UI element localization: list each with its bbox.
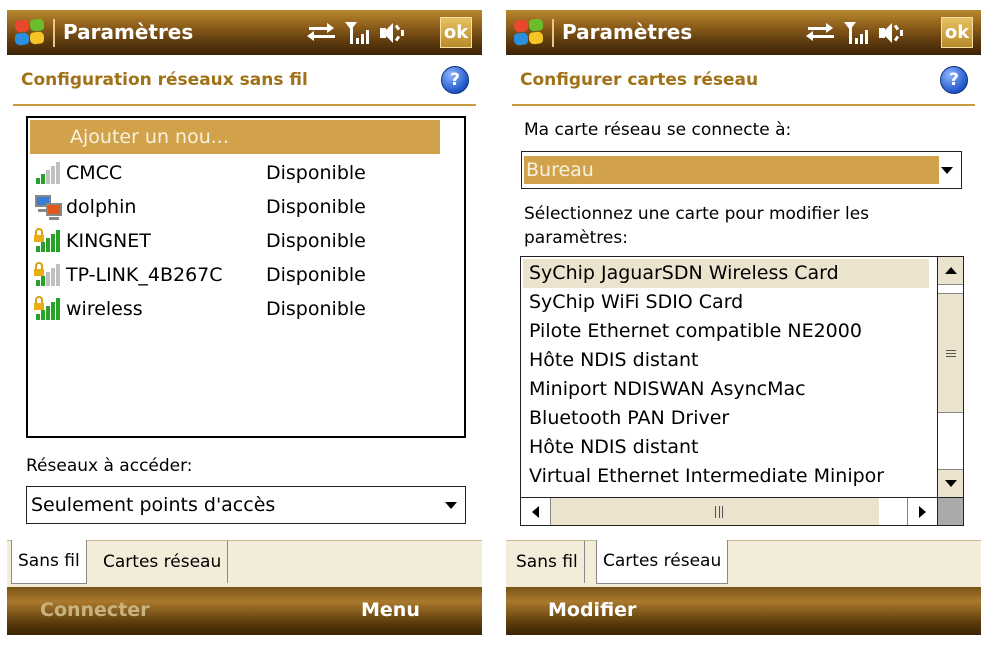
access-label: Réseaux à accéder: bbox=[26, 456, 193, 476]
ok-button[interactable]: ok bbox=[941, 17, 973, 48]
title-divider bbox=[53, 19, 55, 47]
list-item[interactable]: Pilote Ethernet compatible NE2000 bbox=[523, 317, 929, 346]
tab-cartes-reseau[interactable]: Cartes réseau bbox=[596, 540, 729, 584]
title-divider bbox=[552, 19, 554, 47]
network-status: Disponible bbox=[266, 196, 366, 218]
wifi-signal-icon bbox=[32, 295, 66, 323]
list-item[interactable]: Miniport NDISWAN AsyncMac bbox=[523, 375, 929, 404]
horizontal-scrollbar[interactable] bbox=[521, 497, 937, 525]
dropdown-arrow-icon[interactable] bbox=[933, 152, 961, 188]
network-row[interactable]: KINGNET Disponible bbox=[32, 224, 462, 258]
dropdown-arrow-icon[interactable] bbox=[437, 487, 465, 523]
list-item[interactable]: Virtual Ethernet Intermediate Minipor bbox=[523, 462, 929, 491]
menu-softkey[interactable]: Menu bbox=[361, 599, 420, 621]
scroll-right-icon[interactable] bbox=[907, 498, 937, 525]
help-icon[interactable]: ? bbox=[940, 66, 968, 94]
network-cards-screen: Paramètres ok Configurer cartes réseau ?… bbox=[506, 10, 981, 635]
system-tray bbox=[806, 19, 906, 47]
connects-select[interactable]: Bureau bbox=[521, 151, 962, 189]
tab-sans-fil[interactable]: Sans fil bbox=[11, 540, 87, 584]
horizontal-scroll-thumb[interactable] bbox=[559, 498, 879, 525]
access-select-value: Seulement points d'accès bbox=[31, 494, 276, 516]
select-card-label: Sélectionnez une carte pour modifier les bbox=[524, 204, 870, 224]
connects-label: Ma carte réseau se connecte à: bbox=[524, 120, 792, 140]
scroll-left-icon[interactable] bbox=[521, 498, 551, 525]
softkey-bar: Modifier bbox=[506, 587, 981, 635]
access-select[interactable]: Seulement points d'accès bbox=[26, 486, 466, 524]
system-tray bbox=[307, 19, 407, 47]
tab-strip: Sans fil Cartes réseau bbox=[506, 540, 981, 587]
connectivity-icon[interactable] bbox=[806, 21, 836, 45]
network-row[interactable]: dolphin Disponible bbox=[32, 190, 462, 224]
app-title: Paramètres bbox=[562, 20, 693, 44]
softkey-bar: Connecter Menu bbox=[7, 587, 482, 635]
list-item[interactable]: Bluetooth PAN Driver bbox=[523, 404, 929, 433]
volume-icon[interactable] bbox=[377, 20, 407, 46]
heading-divider bbox=[13, 104, 476, 106]
help-icon[interactable]: ? bbox=[441, 66, 469, 94]
scrollbar-corner bbox=[937, 497, 963, 525]
connects-select-value: Bureau bbox=[524, 156, 939, 184]
list-item[interactable]: Hôte NDIS distant bbox=[523, 433, 929, 462]
connectivity-icon[interactable] bbox=[307, 21, 337, 45]
connect-softkey[interactable]: Connecter bbox=[40, 599, 150, 621]
windows-start-icon[interactable] bbox=[13, 17, 47, 47]
network-name: CMCC bbox=[66, 162, 123, 184]
add-network-item[interactable]: Ajouter un nou... bbox=[30, 120, 440, 154]
network-name: TP-LINK_4B267C bbox=[66, 264, 223, 286]
title-bar: Paramètres ok bbox=[506, 10, 981, 55]
title-bar: Paramètres ok bbox=[7, 10, 482, 55]
scroll-up-icon[interactable] bbox=[938, 257, 963, 285]
list-item[interactable]: SyChip WiFi SDIO Card bbox=[523, 288, 929, 317]
network-name: KINGNET bbox=[66, 230, 151, 252]
network-status: Disponible bbox=[266, 264, 366, 286]
ok-button[interactable]: ok bbox=[440, 17, 472, 48]
network-row[interactable]: TP-LINK_4B267C Disponible bbox=[32, 258, 462, 292]
network-status: Disponible bbox=[266, 230, 366, 252]
network-status: Disponible bbox=[266, 162, 366, 184]
adhoc-computer-icon bbox=[32, 193, 66, 221]
signal-icon[interactable] bbox=[842, 20, 872, 46]
list-item[interactable]: Hôte NDIS distant bbox=[523, 346, 929, 375]
wifi-signal-icon bbox=[32, 227, 66, 255]
tab-sans-fil[interactable]: Sans fil bbox=[510, 541, 585, 583]
tab-cartes-reseau[interactable]: Cartes réseau bbox=[97, 541, 229, 583]
wifi-signal-icon bbox=[32, 159, 66, 187]
scroll-down-icon[interactable] bbox=[938, 469, 963, 497]
list-item[interactable]: SyChip JaguarSDN Wireless Card bbox=[523, 259, 929, 288]
windows-start-icon[interactable] bbox=[512, 17, 546, 47]
network-row[interactable]: CMCC Disponible bbox=[32, 156, 462, 190]
scroll-thumb[interactable] bbox=[938, 293, 963, 413]
page-title: Configuration réseaux sans fil bbox=[21, 70, 308, 90]
signal-icon[interactable] bbox=[343, 20, 373, 46]
select-card-label-cont: paramètres: bbox=[524, 228, 628, 248]
wifi-signal-icon bbox=[32, 261, 66, 289]
app-title: Paramètres bbox=[63, 20, 194, 44]
scroll-track[interactable] bbox=[879, 498, 907, 525]
network-name: wireless bbox=[66, 298, 143, 320]
tab-strip: Sans fil Cartes réseau bbox=[7, 540, 482, 587]
volume-icon[interactable] bbox=[876, 20, 906, 46]
network-name: dolphin bbox=[66, 196, 137, 218]
page-title: Configurer cartes réseau bbox=[520, 70, 759, 90]
network-row[interactable]: wireless Disponible bbox=[32, 292, 462, 326]
network-list[interactable]: Ajouter un nou... CMCC Disponible dolphi… bbox=[26, 116, 466, 438]
wireless-settings-screen: Paramètres ok Configuration réseaux sans… bbox=[7, 10, 482, 635]
network-card-list[interactable]: SyChip JaguarSDN Wireless Card SyChip Wi… bbox=[520, 256, 964, 526]
heading-divider bbox=[512, 104, 975, 106]
network-status: Disponible bbox=[266, 298, 366, 320]
modify-softkey[interactable]: Modifier bbox=[548, 599, 636, 621]
vertical-scrollbar[interactable] bbox=[937, 257, 963, 497]
